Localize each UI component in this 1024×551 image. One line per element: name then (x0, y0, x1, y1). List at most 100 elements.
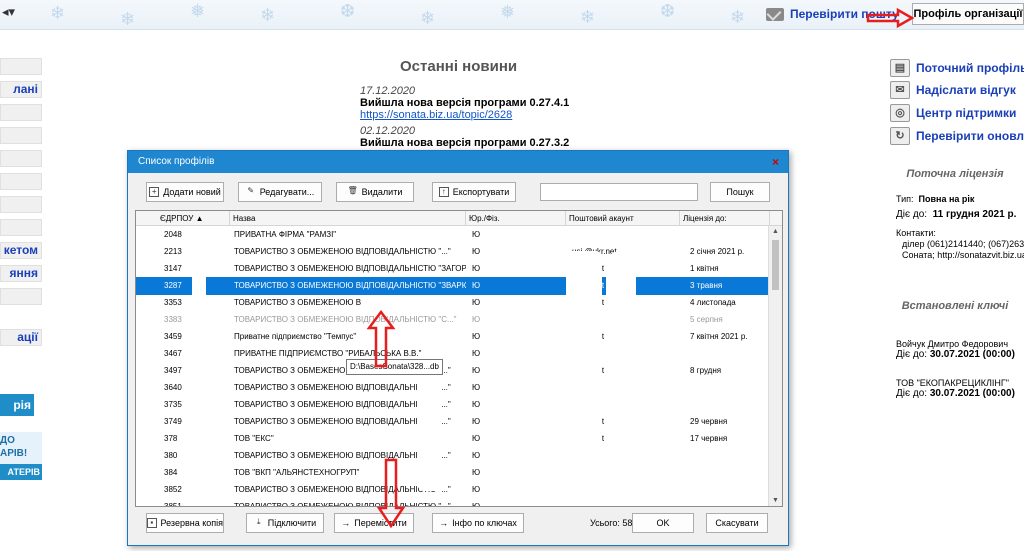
table-row[interactable]: 378ТОВ "ЕКС"Ю @ukr.net17 червня (136, 430, 768, 448)
back-arrow-icon[interactable]: ◂▾ (2, 4, 15, 20)
left-nav-item[interactable]: кетом (0, 242, 42, 259)
profile-icon: ▤ (890, 59, 910, 77)
scroll-thumb[interactable] (772, 240, 779, 290)
table-cell: Ю (472, 366, 481, 375)
snowflake-icon: ❅ (190, 1, 206, 21)
close-icon[interactable]: × (772, 151, 779, 173)
table-cell: Ю (472, 281, 481, 290)
key2-name: ТОВ "ЕКОПАКРЕЦИКЛІНГ" (896, 378, 1010, 388)
redaction-mark (192, 239, 206, 489)
export-button[interactable]: ↑ Експортувати (432, 182, 516, 202)
snowflake-icon: ❄ (730, 7, 746, 27)
left-nav-item[interactable] (0, 219, 42, 236)
search-input[interactable] (540, 183, 698, 201)
left-nav-item[interactable] (0, 150, 42, 167)
left-nav-item[interactable] (0, 127, 42, 144)
column-header[interactable]: Поштовий акаунт (566, 211, 680, 226)
backup-button[interactable]: ▪ Резервна копія (146, 513, 224, 533)
left-nav-item[interactable] (0, 104, 42, 121)
table-row[interactable]: 3735 ТОВАРИСТВО З ОБМЕЖЕНОЮ ВІДПОВІДАЛЬНІ… (136, 396, 768, 414)
add-profile-button[interactable]: + Додати новий (146, 182, 224, 202)
envelope-icon (766, 7, 784, 21)
left-nav-item[interactable]: ації (0, 329, 42, 346)
left-nav-item[interactable] (0, 288, 42, 305)
ok-button[interactable]: OK (632, 513, 694, 533)
contacts-label: Контакти: (896, 228, 936, 238)
table-row[interactable]: 3353ТОВАРИСТВО З ОБМЕЖЕНОЮ ВЮ @ukr.net4 … (136, 294, 768, 312)
table-row[interactable]: 3287 ТОВАРИСТВО З ОБМЕЖЕНОЮ ВІДПОВІДАЛЬНІ… (136, 277, 768, 295)
table-header: ЄДРПОУ ▲ Назва Юр./Фіз. Поштовий акаунт … (136, 211, 782, 226)
snowflake-icon: ❅ (500, 2, 516, 22)
table-row[interactable]: 3749 ТОВАРИСТВО З ОБМЕЖЕНОЮ ВІДПОВІДАЛЬНІ… (136, 413, 768, 431)
connect-button[interactable]: ⤓ Підключити (246, 513, 324, 533)
redaction-mark (606, 251, 636, 371)
table-cell: ПРИВАТНА ФІРМА "РАМЗІ" (234, 230, 337, 239)
snowflake-icon: ❄ (580, 7, 596, 27)
left-nav-item[interactable]: лані (0, 81, 42, 98)
table-cell: Ю (472, 383, 481, 392)
trash-icon: 🗑 (347, 186, 358, 195)
table-row[interactable]: 3383 ТОВАРИСТВО З ОБМЕЖЕНОЮ ВІДПОВІДАЛЬНІ… (136, 311, 768, 329)
table-cell: Ю (472, 485, 481, 494)
license-type: Тип: Повна на рік (896, 194, 975, 204)
news-title: Останні новини (400, 58, 518, 75)
keys-info-button[interactable]: → Інфо по ключах (432, 513, 524, 533)
download-icon: ⤓ (257, 517, 261, 526)
table-cell: Ю (472, 332, 481, 341)
table-cell: 1 квітня (690, 264, 719, 273)
red-annotation-arrow (366, 310, 396, 368)
column-header[interactable]: ЄДРПОУ ▲ (136, 211, 230, 226)
snowflake-icon: ❄ (50, 3, 66, 23)
table-row[interactable]: 384 ТОВ "ВКП "АЛЬЯНСТЕХНОГРУП" Ю (136, 464, 768, 482)
table-row[interactable]: 3467 ПРИВАТНЕ ПІДПРИЄМСТВО "РИБАЛЬСЬКА В.… (136, 345, 768, 363)
scroll-down-icon[interactable]: ▼ (772, 497, 779, 504)
table-cell: Ю (472, 417, 481, 426)
left-nav-item[interactable] (0, 196, 42, 213)
table-row[interactable]: 3640 ТОВАРИСТВО З ОБМЕЖЕНОЮ ВІДПОВІДАЛЬНІ… (136, 379, 768, 397)
column-header[interactable]: Юр./Фіз. (466, 211, 566, 226)
left-nav-item[interactable] (0, 173, 42, 190)
table-row[interactable]: 3459Приватне підприємство "Темпус"Ю @ukr… (136, 328, 768, 346)
feedback-icon: ✉ (890, 81, 910, 99)
contacts-phone: дiлер (061)2141440; (067)263609 (902, 239, 1024, 249)
vertical-scrollbar[interactable]: ▲ ▼ (768, 226, 782, 506)
scroll-up-icon[interactable]: ▲ (772, 228, 779, 235)
table-cell: Ю (472, 400, 481, 409)
search-button[interactable]: Пошук (710, 182, 770, 202)
left-blue-banner[interactable]: рія (0, 394, 34, 416)
left-nav-item[interactable] (0, 58, 42, 75)
snowflake-icon: ❄ (420, 8, 436, 28)
org-profile-button[interactable]: Профіль організації (912, 3, 1024, 25)
send-feedback-button[interactable]: ✉ Надіслати відгук (890, 80, 1024, 100)
contacts-site: Соната; http://sonatazvit.biz.ua/ (902, 250, 1024, 260)
column-header[interactable]: Назва (230, 211, 466, 226)
table-row[interactable]: 2213 ТОВАРИСТВО З ОБМЕЖЕНОЮ ВІДПОВІДАЛЬНІ… (136, 243, 768, 261)
edit-profile-button[interactable]: ✎ Редагувати... (238, 182, 322, 202)
table-cell: ТОВАРИСТВО З ОБМЕЖЕНОЮ ВІДПОВІДАЛЬНІСТЮ … (234, 247, 451, 256)
table-cell: 29 червня (690, 417, 728, 426)
column-header[interactable]: Ліцензія до: (680, 211, 770, 226)
lifebuoy-icon: ◎ (890, 104, 910, 122)
table-row[interactable]: 2048 ПРИВАТНА ФІРМА "РАМЗІ" Ю (136, 226, 768, 244)
check-updates-button[interactable]: ↻Перевірити оновлення (890, 126, 1024, 146)
table-row[interactable]: 3147 ТОВАРИСТВО З ОБМЕЖЕНОЮ ВІДПОВІДАЛЬНІ… (136, 260, 768, 278)
table-cell: ТОВАРИСТВО З ОБМЕЖЕНОЮ В (234, 298, 362, 307)
current-profile-button[interactable]: ▤ Поточний профіль (890, 58, 1024, 78)
total-count: Усього: 58 (590, 518, 633, 528)
table-row[interactable]: 3851 ТОВАРИСТВО З ОБМЕЖЕНОЮ ВІДПОВІДАЛЬНІ… (136, 498, 768, 506)
news-link[interactable]: https://sonata.biz.ua/topic/2628 (360, 109, 512, 121)
key2-valid: Діє до: 30.07.2021 (00:00) (896, 388, 1015, 399)
news-item: 17.12.2020 Вийшла нова версія програми 0… (360, 85, 570, 121)
arrow-right-icon: → (439, 518, 449, 528)
table-row[interactable]: 380 ТОВАРИСТВО З ОБМЕЖЕНОЮ ВІДПОВІДАЛЬНІС… (136, 447, 768, 465)
table-row[interactable]: 3852 ТОВАРИСТВО З ОБМЕЖЕНОЮ ВІДПОВІДАЛЬНІ… (136, 481, 768, 499)
cancel-button[interactable]: Скасувати (706, 513, 768, 533)
delete-profile-button[interactable]: 🗑 Видалити (336, 182, 414, 202)
table-cell: 2 січня 2021 р. (690, 247, 745, 256)
table-row[interactable]: 3497 ТОВАРИСТВО З ОБМЕЖЕНОЮ ВІДПОВІДАЛЬНІ… (136, 362, 768, 380)
table-cell: Ю (472, 434, 481, 443)
promo-banner[interactable]: ДО АРІВ! АТЕРІВ (0, 432, 42, 480)
dialog-title-bar: Список профілів × (128, 151, 788, 173)
support-center-button[interactable]: ◎ Центр підтримки (890, 103, 1024, 123)
left-nav-item[interactable]: яння (0, 265, 42, 282)
